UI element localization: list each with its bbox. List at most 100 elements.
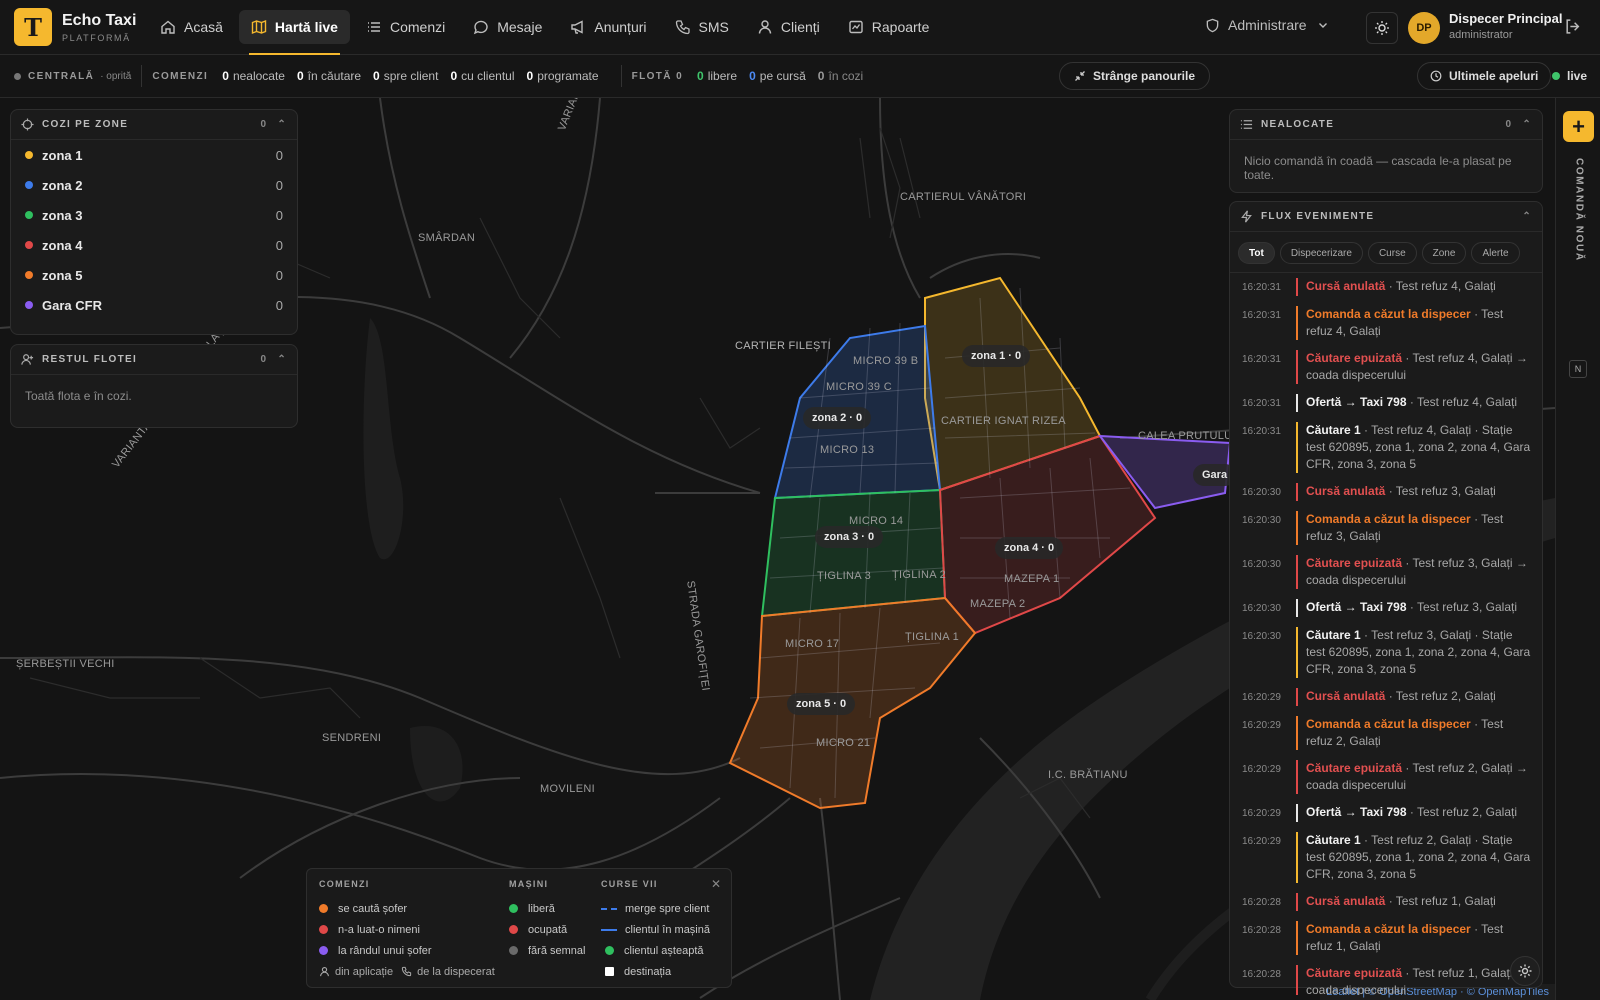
zone-2-pill[interactable]: zona 2 · 0 [803, 407, 872, 429]
legend-orders: COMENZI se caută șofer n-a luat-o nimeni… [319, 879, 495, 982]
new-order-label[interactable]: COMANDĂ NOUĂ [1560, 158, 1598, 288]
close-icon[interactable]: ✕ [711, 877, 721, 891]
fleet-panel-header[interactable]: RESTUL FLOTEI 0 ⌃ [11, 345, 297, 375]
legend-trips: CURSE VII merge spre client clientul în … [601, 879, 710, 982]
fleet-panel-message: Toată flota e în cozi. [25, 389, 132, 403]
tab-tot[interactable]: Tot [1238, 242, 1275, 264]
legend-dot [509, 946, 518, 955]
tab-dispecerizare[interactable]: Dispecerizare [1279, 242, 1363, 264]
event-text: · Test refuz 1, Galați [1385, 894, 1496, 908]
collapse-icon [1075, 71, 1085, 81]
event-row[interactable]: 16:20:31 Ofertă → Taxi 798 · Test refuz 4… [1230, 389, 1542, 417]
legend-cars: MAȘINI liberă ocupată fără semnal [509, 879, 585, 961]
nav-item-acasa[interactable]: Acasă [148, 10, 235, 44]
zone-3-pill[interactable]: zona 3 · 0 [815, 526, 884, 548]
zone-5-pill[interactable]: zona 5 · 0 [787, 693, 856, 715]
stat-in-queue: 0 în cozi [817, 69, 864, 83]
event-row[interactable]: 16:20:31 Căutare 1 · Test refuz 4, Galați… [1230, 417, 1542, 478]
legend-label: merge spre client [625, 902, 710, 915]
event-time: 16:20:28 [1242, 897, 1281, 908]
event-row[interactable]: 16:20:28 Comanda a căzut la dispecer · Te… [1230, 916, 1542, 960]
nav-item-label: Clienți [780, 19, 820, 35]
event-row[interactable]: 16:20:30 Ofertă → Taxi 798 · Test refuz 3… [1230, 594, 1542, 622]
new-order-button[interactable]: + [1563, 111, 1594, 142]
event-row[interactable]: 16:20:30 Cursă anulată · Test refuz 3, Ga… [1230, 478, 1542, 506]
administration-dropdown[interactable]: Administrare [1205, 17, 1329, 33]
map-label: ȘERBEȘTII VECHI [16, 658, 115, 670]
logout-button[interactable] [1564, 18, 1581, 40]
map-label: SENDRENI [322, 732, 382, 744]
collapse-panels-button[interactable]: Strânge panourile [1059, 62, 1211, 90]
event-title: Cursă anulată [1306, 484, 1386, 498]
event-row[interactable]: 16:20:29 Cursă anulată · Test refuz 2, Ga… [1230, 683, 1542, 711]
event-row[interactable]: 16:20:31 Căutare epuizată · Test refuz 4,… [1230, 345, 1542, 389]
event-row[interactable]: 16:20:28 Cursă anulată · Test refuz 1, Ga… [1230, 888, 1542, 916]
event-row[interactable]: 16:20:30 Căutare 1 · Test refuz 3, Galați… [1230, 622, 1542, 683]
zone-row-zona-3[interactable]: zona 3 0 [11, 200, 297, 230]
unassigned-panel-header[interactable]: NEALOCATE 0 ⌃ [1230, 110, 1542, 140]
event-row[interactable]: 16:20:31 Comanda a căzut la dispecer · Te… [1230, 301, 1542, 345]
tab-curse[interactable]: Curse [1367, 242, 1417, 264]
zone-4-pill[interactable]: zona 4 · 0 [995, 537, 1064, 559]
event-body: Cursă anulată · Test refuz 2, Galați [1296, 688, 1496, 706]
event-row[interactable]: 16:20:31 Cursă anulată · Test refuz 4, Ga… [1230, 273, 1542, 301]
zone-1-pill[interactable]: zona 1 · 0 [962, 345, 1031, 367]
legend-from-app: din aplicație [335, 965, 394, 978]
lake [410, 726, 463, 802]
legend-item: se caută șofer [319, 898, 495, 919]
event-row[interactable]: 16:20:28 Căutare epuizată · Test refuz 1,… [1230, 960, 1542, 995]
unassigned-panel-title: NEALOCATE [1261, 119, 1335, 130]
event-row[interactable]: 16:20:30 Căutare epuizată · Test refuz 3,… [1230, 550, 1542, 594]
settings-button[interactable] [1510, 956, 1540, 986]
nav-item-mesaje[interactable]: Mesaje [461, 10, 554, 44]
event-row[interactable]: 16:20:30 Comanda a căzut la dispecer · Te… [1230, 506, 1542, 550]
zone-row-zona-5[interactable]: zona 5 0 [11, 260, 297, 290]
brand-logo[interactable]: T Echo Taxi PLATFORMĂ [14, 8, 148, 46]
zone-row-zona-1[interactable]: zona 1 0 [11, 140, 297, 170]
zone-row-zona-4[interactable]: zona 4 0 [11, 230, 297, 260]
nav-item-label: Hartă live [274, 19, 338, 35]
event-row[interactable]: 16:20:29 Comanda a căzut la dispecer · Te… [1230, 711, 1542, 755]
new-order-shortcut: N [1569, 360, 1587, 378]
event-row[interactable]: 16:20:29 Ofertă → Taxi 798 · Test refuz 2… [1230, 799, 1542, 827]
legend-from-dispatch: de la dispecerat [417, 965, 495, 978]
zone-count: 0 [275, 297, 283, 313]
event-text: · Test refuz 2, Galați [1406, 805, 1517, 819]
collapse-panels-label: Strânge panourile [1093, 69, 1196, 83]
zone-row-gara-cfr[interactable]: Gara CFR 0 [11, 290, 297, 320]
chevron-up-icon[interactable]: ⌃ [1522, 211, 1532, 222]
legend-item: destinația [601, 961, 710, 982]
chevron-up-icon[interactable]: ⌃ [277, 354, 287, 365]
event-time: 16:20:29 [1242, 692, 1281, 703]
events-list[interactable]: 16:20:31 Cursă anulată · Test refuz 4, Ga… [1230, 273, 1542, 995]
event-time: 16:20:31 [1242, 354, 1281, 365]
zone-3-area[interactable] [760, 488, 947, 618]
event-row[interactable]: 16:20:29 Căutare epuizată · Test refuz 2,… [1230, 755, 1542, 799]
event-title: Căutare epuizată [1306, 351, 1403, 365]
nav-item-comenzi[interactable]: Comenzi [354, 10, 457, 44]
tab-alerte[interactable]: Alerte [1471, 242, 1520, 264]
chevron-up-icon[interactable]: ⌃ [1522, 119, 1532, 130]
chevron-up-icon[interactable]: ⌃ [277, 119, 287, 130]
avatar[interactable]: DP [1408, 12, 1440, 44]
nav-item-harta-live[interactable]: Hartă live [238, 10, 350, 55]
nav-item-clienti[interactable]: Clienți [745, 10, 832, 44]
zone-color-dot [25, 151, 33, 159]
nav-item-rapoarte[interactable]: Rapoarte [836, 10, 942, 44]
theme-toggle-button[interactable] [1366, 12, 1398, 44]
legend-source: din aplicație de la dispecerat [319, 961, 495, 982]
zone-row-zona-2[interactable]: zona 2 0 [11, 170, 297, 200]
event-body: Căutare 1 · Test refuz 3, Galați · Stați… [1296, 627, 1532, 678]
tab-zone[interactable]: Zone [1421, 242, 1467, 264]
last-calls-button[interactable]: Ultimele apeluri [1417, 62, 1552, 90]
lake [363, 318, 404, 560]
nav-item-anunturi[interactable]: Anunțuri [558, 10, 658, 44]
legend-dot [509, 925, 518, 934]
live-dot [1552, 72, 1560, 80]
zones-panel-header[interactable]: COZI PE ZONE 0 ⌃ [11, 110, 297, 140]
event-title: Căutare epuizată [1306, 556, 1403, 570]
nav-item-sms[interactable]: SMS [663, 10, 741, 44]
map-icon [251, 19, 267, 35]
events-panel-header[interactable]: FLUX EVENIMENTE ⌃ [1230, 202, 1542, 232]
event-row[interactable]: 16:20:29 Căutare 1 · Test refuz 2, Galați… [1230, 827, 1542, 888]
